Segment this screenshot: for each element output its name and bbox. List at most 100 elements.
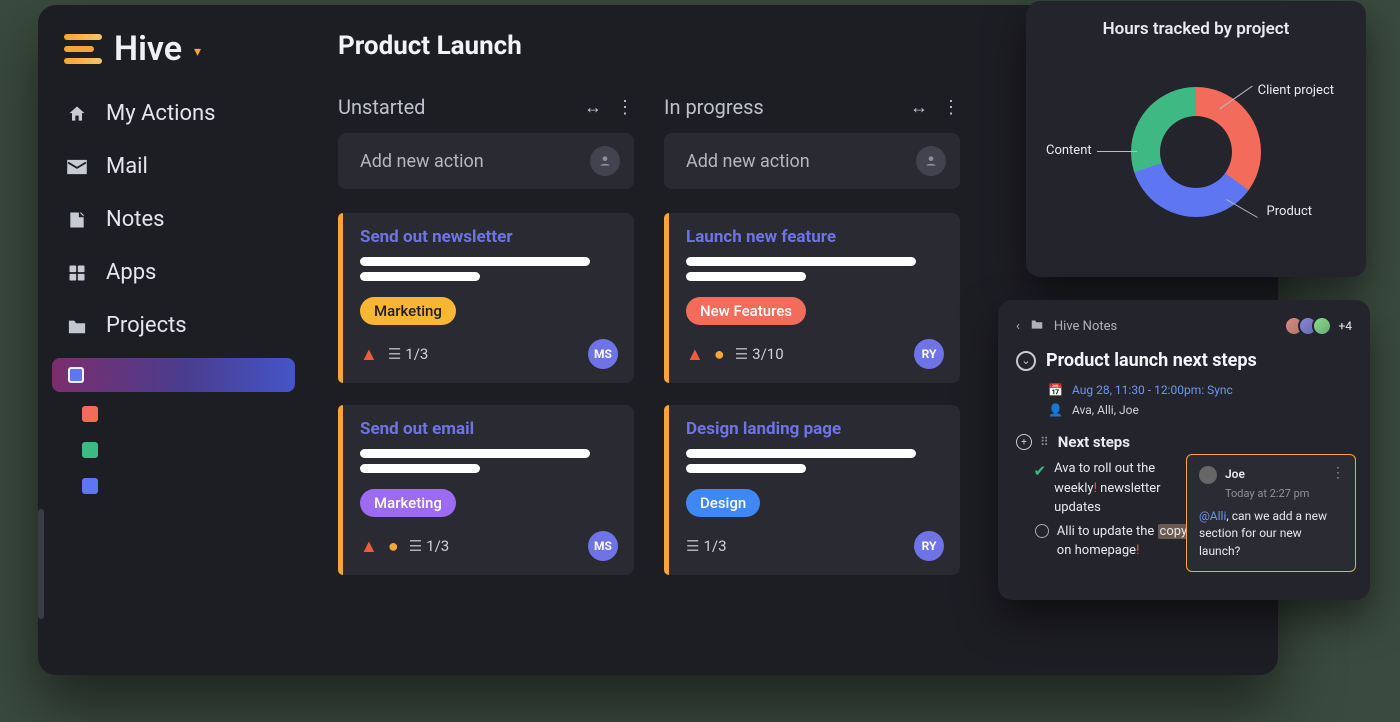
- sidebar-scrollbar[interactable]: [38, 509, 44, 619]
- column-title: In progress: [664, 95, 764, 119]
- comment-menu-icon[interactable]: ⋮: [1331, 463, 1345, 483]
- card[interactable]: Design landing page Design 1/3 RY: [664, 405, 960, 575]
- column-expand-icon[interactable]: ↔: [910, 97, 928, 118]
- folder-icon: [64, 315, 90, 337]
- nav-label: Projects: [106, 313, 187, 338]
- task-row[interactable]: Alli to update the copy on homepage!: [1016, 522, 1194, 561]
- section-title: Next steps: [1058, 433, 1130, 451]
- project-color-icon: [68, 367, 84, 383]
- add-action-placeholder: Add new action: [686, 151, 810, 172]
- checklist-count: 1/3: [409, 537, 450, 555]
- card[interactable]: Send out email Marketing ▲ ● 1/3 MS: [338, 405, 634, 575]
- text-placeholder: [360, 464, 480, 473]
- comment-popup: ⋮ Joe Today at 2:27 pm @Alli, can we add…: [1186, 454, 1356, 572]
- text-placeholder: [360, 272, 480, 281]
- project-color-icon: [82, 442, 98, 458]
- comment-author: Joe: [1225, 466, 1245, 483]
- alert-icon: ▲: [360, 536, 378, 557]
- task-row[interactable]: ✔ Ava to roll out the weekly! newsletter…: [1016, 459, 1194, 518]
- leader-line: [1226, 199, 1258, 218]
- assign-person-icon[interactable]: [916, 146, 946, 176]
- legend-product: Product: [1267, 204, 1312, 219]
- check-open-icon[interactable]: [1035, 524, 1049, 538]
- note-meeting-time[interactable]: Aug 28, 11:30 - 12:00pm: Sync: [1072, 383, 1233, 397]
- checklist-count: 1/3: [686, 537, 727, 555]
- column-menu-icon[interactable]: ⋮: [616, 97, 634, 118]
- nav-label: Mail: [106, 154, 148, 179]
- card[interactable]: Launch new feature New Features ▲ ● 3/10…: [664, 213, 960, 383]
- card-tag[interactable]: Design: [686, 489, 760, 517]
- text-placeholder: [686, 257, 916, 266]
- comment-time: Today at 2:27 pm: [1225, 486, 1343, 502]
- workspace-switcher[interactable]: Hive ▾: [38, 29, 308, 87]
- hive-logo-icon: [64, 34, 102, 64]
- folder-icon: [1030, 318, 1044, 334]
- card[interactable]: Send out newsletter Marketing ▲ 1/3 MS: [338, 213, 634, 383]
- assignee-avatar[interactable]: RY: [914, 531, 944, 561]
- legend-client: Client project: [1258, 83, 1334, 98]
- assignee-avatar[interactable]: MS: [588, 339, 618, 369]
- card-title: Launch new feature: [686, 227, 944, 247]
- nav-label: My Actions: [106, 101, 216, 126]
- column-unstarted: Unstarted ↔ ⋮ Add new action Send out ne…: [338, 95, 634, 597]
- project-item-active[interactable]: [52, 358, 295, 392]
- apps-icon: [64, 262, 90, 284]
- card-title: Send out email: [360, 419, 618, 439]
- add-item-icon[interactable]: +: [1016, 434, 1032, 450]
- sidebar: Hive ▾ My Actions Mail Notes Apps: [38, 5, 308, 675]
- assignee-avatar[interactable]: RY: [914, 339, 944, 369]
- text-placeholder: [360, 449, 590, 458]
- comment-icon[interactable]: ●: [714, 344, 725, 365]
- nav-mail[interactable]: Mail: [38, 140, 308, 193]
- column-menu-icon[interactable]: ⋮: [942, 97, 960, 118]
- home-icon: [64, 103, 90, 125]
- nav-label: Apps: [106, 260, 156, 285]
- add-action-input[interactable]: Add new action: [338, 133, 634, 189]
- text-placeholder: [360, 257, 590, 266]
- donut-chart: [1131, 87, 1261, 217]
- collapse-icon[interactable]: ⌄: [1016, 351, 1036, 371]
- notes-panel: ‹ Hive Notes +4 ⌄ Product launch next st…: [998, 300, 1370, 600]
- back-icon[interactable]: ‹: [1016, 319, 1020, 334]
- alert-icon: ▲: [686, 344, 704, 365]
- comment-icon[interactable]: ●: [388, 536, 399, 557]
- note-icon: [64, 209, 90, 231]
- card-tag[interactable]: Marketing: [360, 489, 456, 517]
- task-text: Ava to roll out the weekly! newsletter u…: [1054, 459, 1194, 518]
- chevron-down-icon: ▾: [194, 44, 201, 60]
- check-done-icon[interactable]: ✔: [1034, 460, 1047, 483]
- breadcrumb[interactable]: Hive Notes: [1054, 319, 1117, 334]
- project-color-icon: [82, 406, 98, 422]
- project-item[interactable]: [52, 468, 294, 504]
- card-tag[interactable]: New Features: [686, 297, 806, 325]
- project-item[interactable]: [52, 432, 294, 468]
- chart-panel: Hours tracked by project Client project …: [1026, 1, 1366, 277]
- assignee-avatar[interactable]: MS: [588, 531, 618, 561]
- drag-handle-icon[interactable]: ⠿: [1040, 435, 1050, 449]
- column-in-progress: In progress ↔ ⋮ Add new action Launch ne…: [664, 95, 960, 597]
- text-placeholder: [686, 464, 806, 473]
- nav-my-actions[interactable]: My Actions: [38, 87, 308, 140]
- column-expand-icon[interactable]: ↔: [584, 97, 602, 118]
- leader-line: [1097, 151, 1137, 152]
- nav-projects[interactable]: Projects: [38, 299, 308, 352]
- legend-content: Content: [1046, 143, 1092, 158]
- comment-body: @Alli, can we add a new section for our …: [1199, 508, 1343, 560]
- mention[interactable]: @Alli: [1199, 509, 1226, 523]
- text-placeholder: [686, 449, 916, 458]
- checklist-count: 1/3: [388, 345, 429, 363]
- card-tag[interactable]: Marketing: [360, 297, 456, 325]
- card-title: Design landing page: [686, 419, 944, 439]
- nav-apps[interactable]: Apps: [38, 246, 308, 299]
- extra-collaborators[interactable]: +4: [1338, 319, 1352, 333]
- add-action-placeholder: Add new action: [360, 151, 484, 172]
- project-item[interactable]: [52, 396, 294, 432]
- collaborator-avatars[interactable]: [1290, 316, 1332, 336]
- alert-icon: ▲: [360, 344, 378, 365]
- assign-person-icon[interactable]: [590, 146, 620, 176]
- nav-notes[interactable]: Notes: [38, 193, 308, 246]
- project-color-icon: [82, 478, 98, 494]
- add-action-input[interactable]: Add new action: [664, 133, 960, 189]
- task-text: Alli to update the copy on homepage!: [1057, 522, 1194, 561]
- chart-title: Hours tracked by project: [1040, 19, 1352, 39]
